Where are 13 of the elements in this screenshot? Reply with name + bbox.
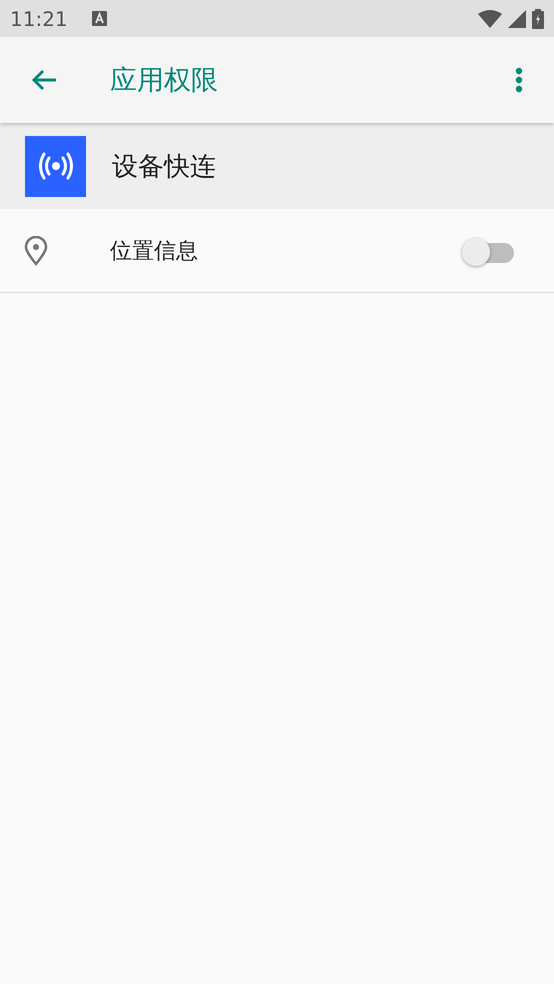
app-name: 设备快连 (112, 150, 216, 184)
notification-icon (92, 11, 107, 26)
status-time: 11:21 (10, 6, 68, 30)
page-title: 应用权限 (110, 64, 218, 98)
more-icon (515, 67, 523, 93)
location-pin-icon (24, 236, 48, 266)
battery-icon (532, 8, 544, 28)
permission-label: 位置信息 (110, 238, 198, 266)
app-icon (25, 136, 86, 196)
signal-icon (508, 10, 526, 28)
back-arrow-icon (30, 68, 58, 92)
permission-switch[interactable] (462, 236, 514, 266)
wifi-icon (478, 10, 502, 28)
